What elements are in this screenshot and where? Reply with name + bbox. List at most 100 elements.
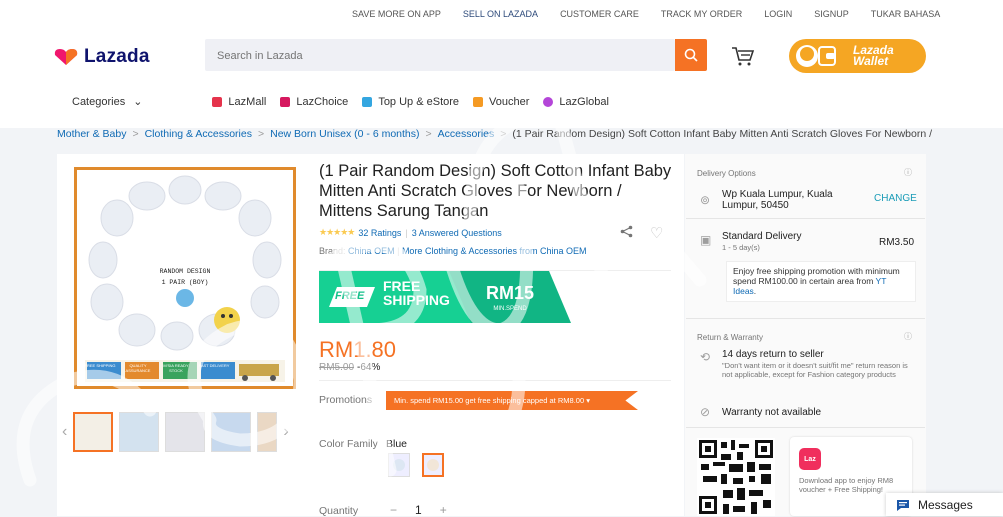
delivery-location: Wp Kuala Lumpur, Kuala Lumpur, 50450 xyxy=(722,189,833,211)
signup-link[interactable]: SIGNUP xyxy=(814,9,849,19)
thumbnail-strip: ‹ › xyxy=(62,412,289,452)
banner-amount: RM15 MIN.SPEND xyxy=(486,284,534,317)
lazada-logo[interactable]: Lazada xyxy=(54,46,150,68)
answered-questions-link[interactable]: 3 Answered Questions xyxy=(412,228,502,238)
change-location-button[interactable]: CHANGE xyxy=(874,193,917,204)
banner-shipping-text: FREE SHIPPING xyxy=(383,279,450,307)
nav-item-lazchoice[interactable]: LazChoice xyxy=(280,96,348,108)
banner-free-tag: FREE xyxy=(329,287,375,307)
promotion-text: Min. spend RM15.00 get free shipping cap… xyxy=(394,396,585,405)
wishlist-heart-icon[interactable]: ♡ xyxy=(650,224,663,242)
share-icon[interactable] xyxy=(620,225,633,242)
thumbnail[interactable] xyxy=(165,412,206,452)
banner-shipping-word: SHIPPING xyxy=(383,292,450,308)
mitten-swatch-icon xyxy=(393,459,405,471)
thumbnail[interactable] xyxy=(257,412,278,452)
tukar-bahasa-link[interactable]: TUKAR BAHASA xyxy=(871,9,941,19)
warranty-icon: ⊘ xyxy=(700,405,711,419)
delivery-price: RM3.50 xyxy=(879,237,915,248)
cart-icon[interactable] xyxy=(731,45,755,67)
nav-item-label: Top Up & eStore xyxy=(378,95,460,108)
breadcrumb-item[interactable]: Accessories xyxy=(438,128,495,140)
lazada-heart-icon xyxy=(54,49,78,65)
more-from-brand-link[interactable]: More Clothing & Accessories from China O… xyxy=(402,246,587,256)
login-link[interactable]: LOGIN xyxy=(764,9,792,19)
logo-text: Lazada xyxy=(84,46,150,67)
nav-item-label: Voucher xyxy=(489,95,530,108)
divider xyxy=(686,318,925,319)
brand-row: Brand: China OEM | More Clothing & Acces… xyxy=(319,246,587,256)
ratings-row: ★★★★★ 32 Ratings | 3 Answered Questions xyxy=(319,227,502,238)
free-shipping-info: Enjoy free shipping promotion with minim… xyxy=(726,261,916,302)
chevron-left-icon[interactable]: ‹ xyxy=(62,423,67,441)
banner-free-word: FREE xyxy=(383,278,421,294)
promotions-label: Promotions xyxy=(319,394,373,406)
promotion-tag[interactable]: Min. spend RM15.00 get free shipping cap… xyxy=(386,391,638,410)
app-promo-text: Download app to enjoy RM8 voucher + Free… xyxy=(799,476,894,494)
breadcrumb-item[interactable]: Clothing & Accessories xyxy=(145,128,252,140)
image-badge: FAST DELIVERY xyxy=(198,363,230,368)
categories-dropdown[interactable]: Categories ⌄ xyxy=(72,95,142,109)
ratings-link[interactable]: 32 Ratings xyxy=(358,228,401,238)
thumbnail[interactable] xyxy=(73,412,114,452)
sell-on-lazada-link[interactable]: SELL ON LAZADA xyxy=(463,9,538,19)
breadcrumb: Mother & Baby > Clothing & Accessories > New… xyxy=(57,128,933,140)
divider xyxy=(686,218,925,219)
nav-item-lazmall[interactable]: LazMall xyxy=(212,96,266,108)
nav-item-lazglobal[interactable]: LazGlobal xyxy=(543,96,609,108)
info-icon[interactable]: ⓘ xyxy=(904,167,912,178)
lazchoice-icon xyxy=(280,96,291,107)
lazada-app-icon: Laz xyxy=(799,448,821,470)
app-qr-code xyxy=(697,438,775,516)
image-caption: RANDOM DESIGN 1 PAIR (BOY) xyxy=(151,266,219,288)
category-nav: Categories ⌄ LazMall LazChoice Top Up & … xyxy=(72,95,623,109)
info-icon[interactable]: ⓘ xyxy=(904,331,912,342)
mitten-swatch-icon xyxy=(427,459,439,471)
divider xyxy=(686,427,925,428)
delivery-days: 1 - 5 day(s) xyxy=(722,243,760,252)
warranty-text: Warranty not available xyxy=(722,407,822,418)
return-days: 14 days return to seller xyxy=(722,349,824,360)
messages-button[interactable]: Messages xyxy=(886,493,1003,516)
original-price-row: RM5.00 -64% xyxy=(319,362,380,373)
lazada-wallet-button[interactable]: Lazada Wallet xyxy=(789,39,926,73)
breadcrumb-item[interactable]: Mother & Baby xyxy=(57,128,126,140)
image-badge: FREE SHIPPING xyxy=(84,363,116,368)
chevron-right-icon[interactable]: › xyxy=(283,423,288,441)
breadcrumb-item[interactable]: New Born Unisex (0 - 6 months) xyxy=(270,128,419,140)
customer-care-link[interactable]: CUSTOMER CARE xyxy=(560,9,639,19)
topup-icon xyxy=(362,96,373,107)
wallet-label: Lazada Wallet xyxy=(853,44,894,67)
top-bar: SAVE MORE ON APP SELL ON LAZADA CUSTOMER… xyxy=(0,0,1003,28)
quantity-stepper: − 1 + xyxy=(390,503,447,517)
categories-label: Categories xyxy=(72,95,126,108)
image-badges: FREE SHIPPING QUALITY ASSURANCE M'SIA RE… xyxy=(83,363,231,373)
standard-delivery-label: Standard Delivery xyxy=(722,231,802,242)
color-swatch-selected[interactable] xyxy=(422,453,444,477)
chat-icon xyxy=(897,499,909,511)
image-badge: M'SIA READY STOCK xyxy=(163,363,189,373)
quantity-value[interactable]: 1 xyxy=(415,503,422,517)
nav-item-voucher[interactable]: Voucher xyxy=(473,96,529,108)
quantity-increase-button[interactable]: + xyxy=(440,503,447,517)
free-shipping-banner: FREE FREE SHIPPING RM15 MIN.SPEND xyxy=(319,271,571,323)
save-more-on-app-link[interactable]: SAVE MORE ON APP xyxy=(352,9,441,19)
nav-item-label: LazChoice xyxy=(296,95,349,108)
voucher-icon xyxy=(473,96,484,107)
lazmall-icon xyxy=(212,96,223,107)
search-button[interactable] xyxy=(675,39,707,71)
track-my-order-link[interactable]: TRACK MY ORDER xyxy=(661,9,742,19)
brand-link[interactable]: China OEM xyxy=(348,246,395,256)
product-main-image[interactable]: RANDOM DESIGN 1 PAIR (BOY) FREE SHIPPING… xyxy=(74,167,296,389)
thumbnail[interactable] xyxy=(119,412,160,452)
quantity-decrease-button[interactable]: − xyxy=(390,503,397,517)
nav-item-label: LazGlobal xyxy=(559,95,609,108)
nav-item-topup[interactable]: Top Up & eStore xyxy=(362,96,459,108)
return-warranty-heading: Return & Warranty xyxy=(697,333,763,342)
return-note: "Don't want item or it doesn't suit/fit … xyxy=(722,361,908,379)
thumbnail[interactable] xyxy=(211,412,252,452)
banner-min-spend: MIN.SPEND xyxy=(493,306,527,312)
divider xyxy=(319,380,671,381)
search-input[interactable]: Search in Lazada xyxy=(205,39,675,71)
color-swatch[interactable] xyxy=(388,453,410,477)
